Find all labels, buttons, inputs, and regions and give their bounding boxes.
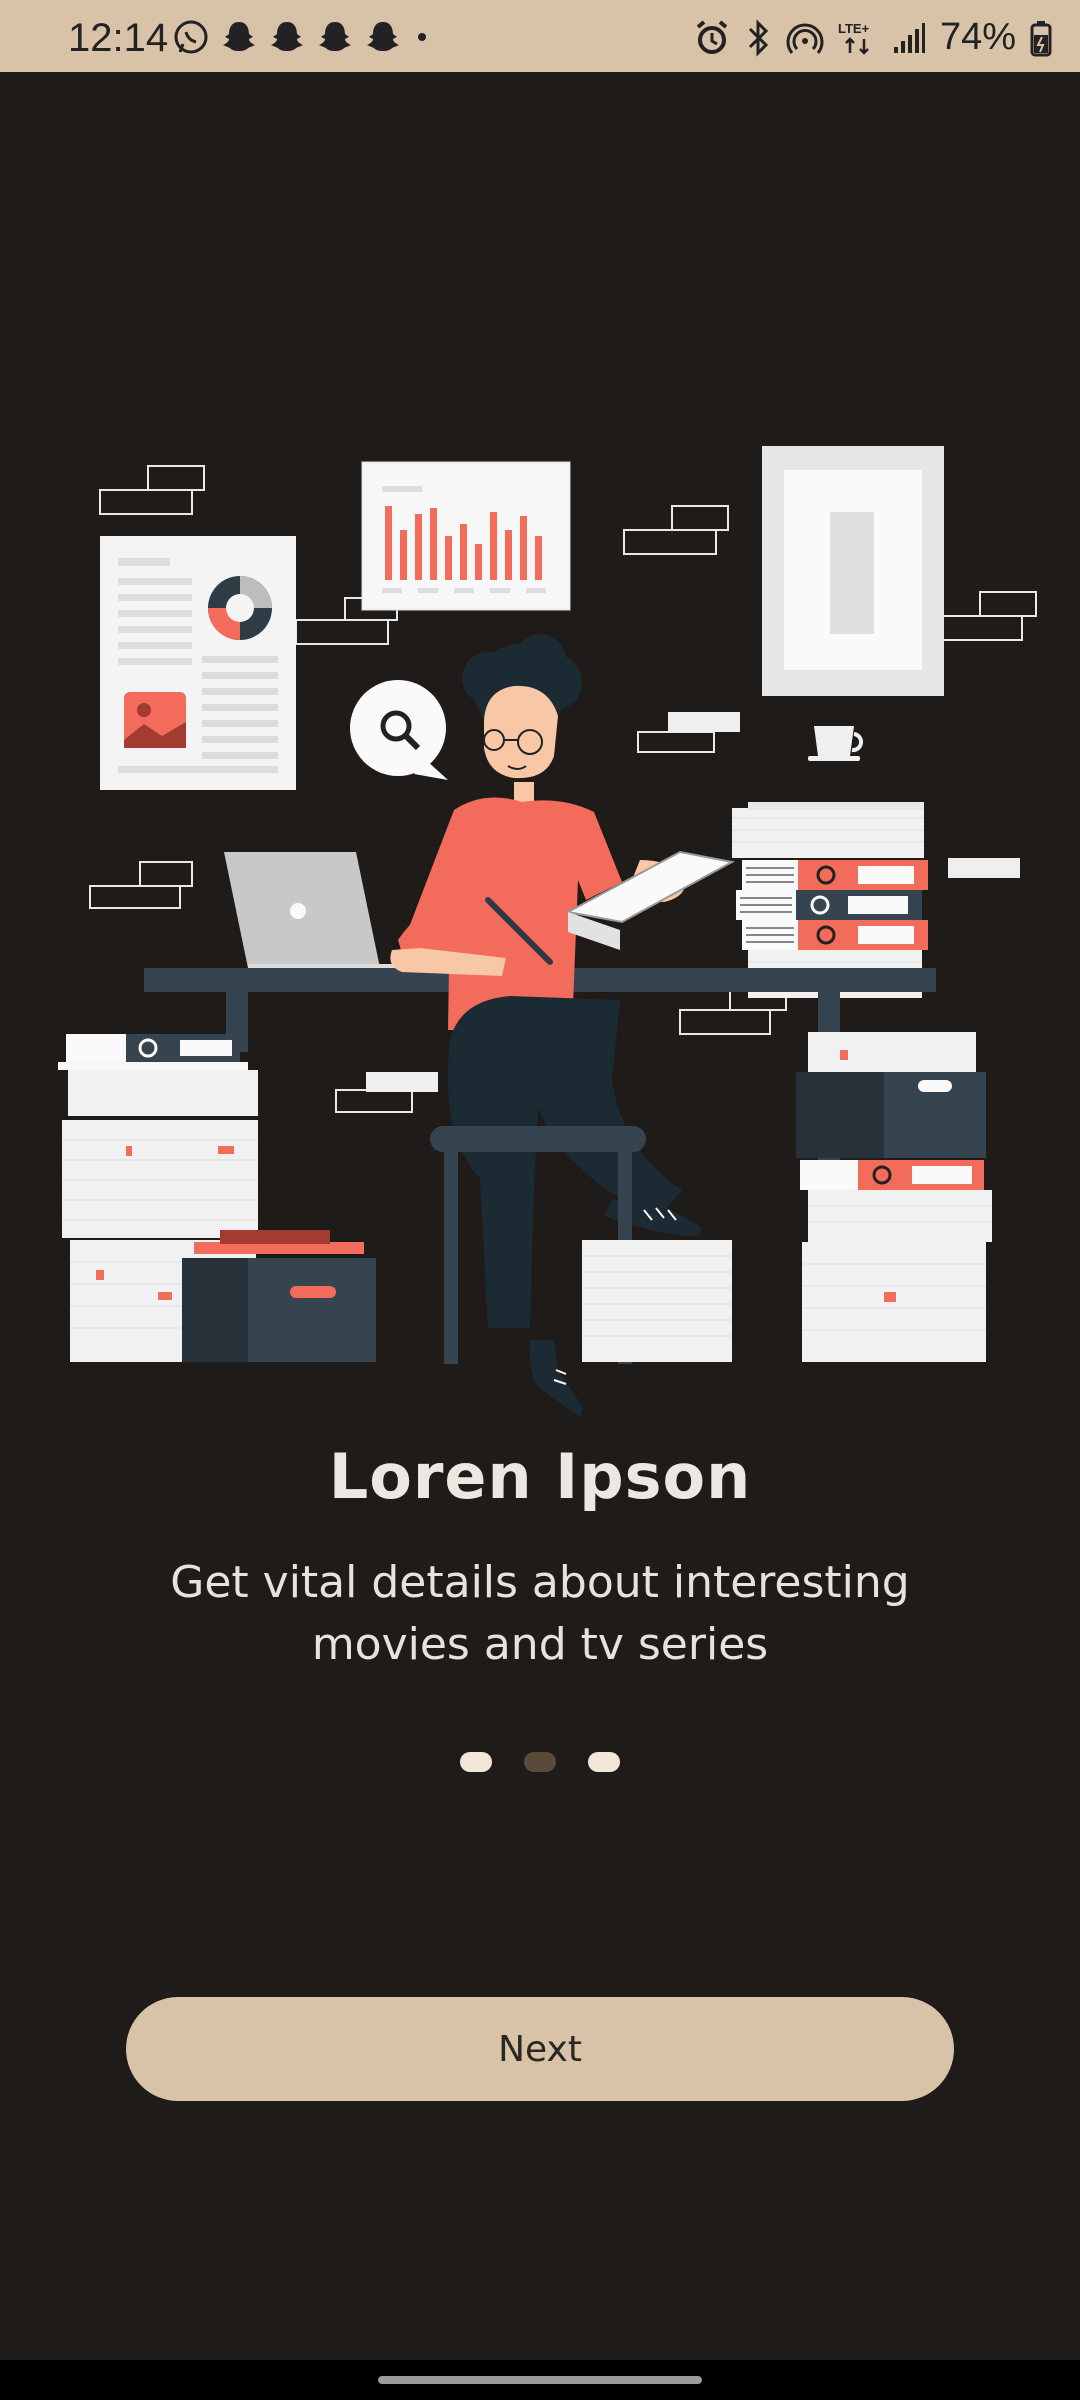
paper-stack-right [796, 1032, 992, 1362]
snapchat-icon [223, 22, 255, 51]
snapchat-icon [367, 22, 399, 51]
more-dot-icon [418, 33, 426, 41]
file-box [182, 1230, 376, 1362]
snapchat-icon [319, 22, 351, 51]
system-nav-bar [0, 2360, 1080, 2400]
document-card [100, 536, 296, 790]
snapchat-icon [271, 22, 303, 51]
hotspot-icon [786, 23, 824, 54]
decor-brick-solid [366, 1072, 438, 1092]
search-bubble [350, 680, 448, 780]
svg-text:LTE+: LTE+ [838, 21, 870, 36]
next-button[interactable]: Next [126, 1997, 954, 2101]
bluetooth-icon [748, 18, 769, 57]
alarm-icon [696, 19, 728, 54]
status-right-icons: LTE+ 74% [694, 16, 1052, 59]
page-dot-3[interactable] [588, 1752, 620, 1772]
home-gesture-handle[interactable] [378, 2376, 702, 2384]
chart-card [361, 461, 571, 611]
signal-icon [893, 22, 925, 53]
decor-brick-solid [668, 712, 740, 732]
picture-frame [762, 446, 944, 696]
page-dot-1[interactable] [460, 1752, 492, 1772]
lte-icon: LTE+ [838, 21, 870, 55]
battery-icon [1030, 20, 1052, 56]
status-bar: 12:14 LTE+ 74% [0, 0, 1080, 72]
decor-brick-solid [948, 858, 1020, 878]
page-dot-2[interactable] [524, 1752, 556, 1772]
onboarding-title: Loren Ipson [328, 1440, 752, 1513]
status-time: 12:14 [68, 16, 169, 60]
paper-stack-center [582, 1240, 732, 1362]
onboarding-subtitle: Get vital details about interesting movi… [170, 1557, 910, 1670]
binder-stack-right [732, 726, 928, 998]
whatsapp-icon [174, 20, 208, 54]
battery-percent: 74% [939, 16, 1016, 58]
page-indicator [0, 1752, 1080, 1772]
status-left-icons [172, 18, 432, 56]
onboarding-illustration [58, 446, 1037, 1416]
